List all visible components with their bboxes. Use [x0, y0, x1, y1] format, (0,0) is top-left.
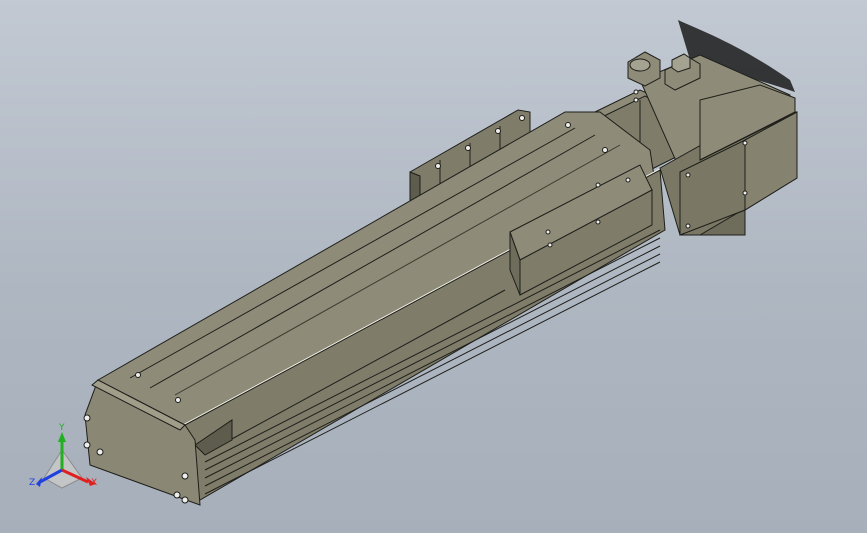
- triad-z-label: Z: [29, 478, 35, 488]
- 3d-viewport[interactable]: Y X Z: [0, 0, 867, 533]
- actuator-body: [83, 111, 666, 506]
- triad-x-label: X: [91, 478, 97, 488]
- triad-y-label: Y: [58, 423, 65, 433]
- linear-actuator-model[interactable]: Y X Z: [0, 0, 867, 533]
